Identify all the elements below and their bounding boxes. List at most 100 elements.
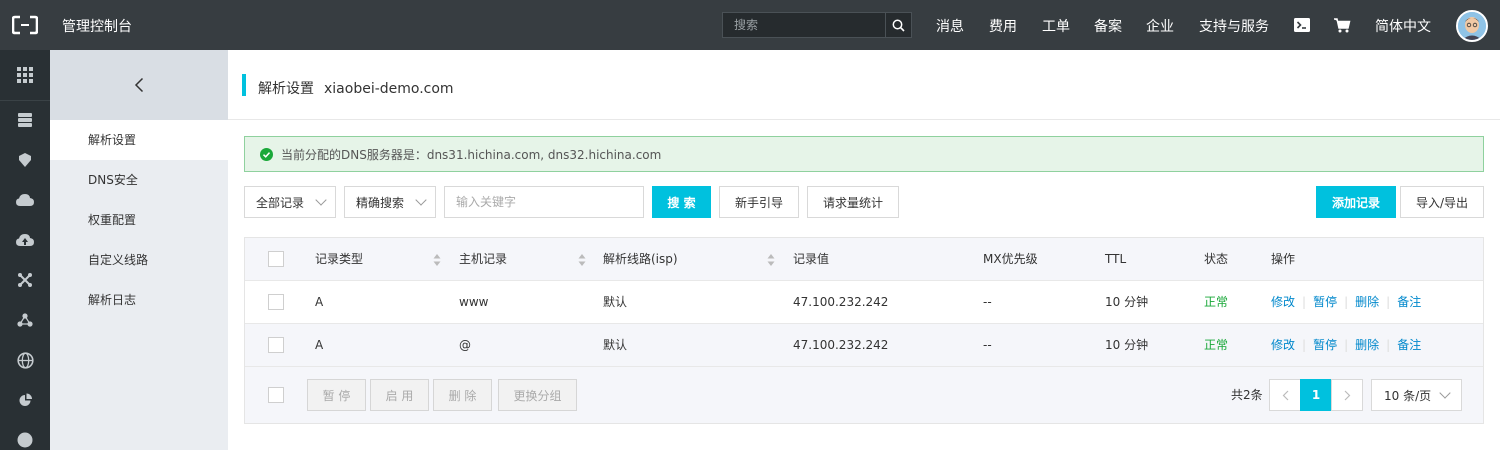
product-icon-sidebar <box>0 50 50 450</box>
nav-messages[interactable]: 消息 <box>936 16 964 36</box>
footer-select-all-checkbox[interactable] <box>268 387 284 403</box>
grid-icon <box>17 67 33 83</box>
sidebar-item-ecs[interactable] <box>0 100 50 140</box>
bulk-enable-button[interactable]: 启 用 <box>370 379 429 411</box>
remark-link[interactable]: 备注 <box>1397 338 1421 352</box>
sidebar-item-dns[interactable] <box>0 340 50 380</box>
search-mode-select[interactable]: 精确搜索 <box>344 186 436 218</box>
request-stats-button[interactable]: 请求量统计 <box>807 186 899 218</box>
aliyun-logo-icon[interactable] <box>12 15 38 35</box>
row-checkbox[interactable] <box>268 337 284 353</box>
sidebar-item-cdn[interactable] <box>0 220 50 260</box>
action-separator: | <box>1344 295 1349 309</box>
next-page-button[interactable] <box>1331 379 1363 411</box>
row-checkbox[interactable] <box>268 294 284 310</box>
global-search-input[interactable] <box>723 13 885 37</box>
cell-actions: 修改 | 暂停 | 删除 | 备注 <box>1271 324 1421 367</box>
sort-icon[interactable] <box>578 253 586 267</box>
back-button[interactable] <box>50 50 228 120</box>
main-content: 解析设置 xiaobei-demo.com 当前分配的DNS服务器是：dns31.… <box>228 50 1500 450</box>
search-button[interactable] <box>885 13 911 37</box>
edit-link[interactable]: 修改 <box>1271 295 1295 309</box>
console-title[interactable]: 管理控制台 <box>62 16 132 36</box>
record-filter-value: 全部记录 <box>256 195 305 210</box>
bulk-change-group-button[interactable]: 更换分组 <box>498 379 577 411</box>
nav-tickets[interactable]: 工单 <box>1042 16 1070 36</box>
nav-enterprise[interactable]: 企业 <box>1146 16 1174 36</box>
avatar-face-icon <box>1458 12 1486 40</box>
page-number[interactable]: 1 <box>1300 379 1332 411</box>
cluster-icon <box>17 313 33 327</box>
sidebar-item-monitor[interactable] <box>0 380 50 420</box>
keyword-input[interactable] <box>444 186 644 218</box>
globe-icon <box>16 351 34 369</box>
action-separator: | <box>1386 338 1391 352</box>
search-submit-button[interactable]: 搜 索 <box>652 186 711 218</box>
column-header-actions: 操作 <box>1271 252 1296 266</box>
action-separator: | <box>1344 338 1349 352</box>
pause-link[interactable]: 暂停 <box>1313 295 1337 309</box>
sidebar-item-cluster[interactable] <box>0 300 50 340</box>
terminal-icon[interactable] <box>1293 16 1311 34</box>
title-accent-bar <box>242 74 246 96</box>
table-row: A @ 默认 47.100.232.242 -- 10 分钟 正常 修改 | 暂停 |… <box>245 324 1483 367</box>
import-export-button[interactable]: 导入/导出 <box>1400 186 1484 218</box>
subnav-item-custom-line[interactable]: 自定义线路 <box>50 240 228 280</box>
subnav-item-resolve-settings[interactable]: 解析设置 <box>50 120 228 160</box>
circle-icon <box>17 432 33 448</box>
subnav-item-weight-config[interactable]: 权重配置 <box>50 200 228 240</box>
record-filter-select[interactable]: 全部记录 <box>244 186 336 218</box>
cell-status: 正常 <box>1204 295 1229 309</box>
pause-link[interactable]: 暂停 <box>1313 338 1337 352</box>
cell-value: 47.100.232.242 <box>793 338 889 352</box>
column-header-line[interactable]: 解析线路(isp) <box>603 238 678 281</box>
column-header-value: 记录值 <box>793 252 830 266</box>
bulk-pause-button[interactable]: 暂 停 <box>307 379 366 411</box>
sidebar-item-more[interactable] <box>0 420 50 450</box>
column-header-host[interactable]: 主机记录 <box>459 238 507 281</box>
user-avatar[interactable] <box>1456 10 1488 42</box>
action-separator: | <box>1302 295 1307 309</box>
global-search <box>722 12 912 38</box>
nav-billing[interactable]: 费用 <box>989 16 1017 36</box>
sidebar-item-oss[interactable] <box>0 180 50 220</box>
language-switch[interactable]: 简体中文 <box>1375 16 1431 36</box>
column-header-type[interactable]: 记录类型 <box>315 238 363 281</box>
cloud-icon <box>16 194 34 206</box>
cart-icon[interactable] <box>1333 16 1351 34</box>
cell-ttl: 10 分钟 <box>1105 338 1149 352</box>
nav-support[interactable]: 支持与服务 <box>1199 16 1269 36</box>
cell-ttl: 10 分钟 <box>1105 295 1149 309</box>
subnav-item-resolve-log[interactable]: 解析日志 <box>50 280 228 320</box>
sidebar-item-network[interactable] <box>0 260 50 300</box>
page-domain: xiaobei-demo.com <box>324 81 454 97</box>
beginner-guide-button[interactable]: 新手引导 <box>719 186 799 218</box>
chevron-left-icon <box>1282 390 1288 400</box>
select-all-checkbox[interactable] <box>268 251 284 267</box>
alert-text: 当前分配的DNS服务器是：dns31.hichina.com, dns32.hi… <box>281 147 662 162</box>
bulk-delete-button[interactable]: 删 除 <box>433 379 492 411</box>
prev-page-button[interactable] <box>1269 379 1301 411</box>
delete-link[interactable]: 删除 <box>1355 338 1379 352</box>
search-icon <box>892 19 905 32</box>
cell-actions: 修改 | 暂停 | 删除 | 备注 <box>1271 281 1421 324</box>
table-footer: 暂 停 启 用 删 除 更换分组 共2条 1 10 条/页 <box>245 367 1483 423</box>
sort-icon[interactable] <box>433 253 441 267</box>
dns-sub-navigation: 解析设置 DNS安全 权重配置 自定义线路 解析日志 <box>50 50 228 450</box>
cell-host: @ <box>459 338 471 352</box>
add-record-button[interactable]: 添加记录 <box>1316 186 1396 218</box>
delete-link[interactable]: 删除 <box>1355 295 1379 309</box>
sidebar-item-rds[interactable] <box>0 140 50 180</box>
cell-type: A <box>315 338 324 352</box>
all-products-button[interactable] <box>0 55 50 95</box>
chevron-down-icon <box>1439 386 1451 399</box>
page-size-select[interactable]: 10 条/页 <box>1371 379 1462 411</box>
table-header-row: 记录类型 主机记录 解析线路(isp) 记录值 MX优先级 TTL 状态 操作 <box>245 238 1483 281</box>
page-title-label: 解析设置 <box>258 81 314 97</box>
edit-link[interactable]: 修改 <box>1271 338 1295 352</box>
total-count: 共2条 <box>1231 388 1263 402</box>
nav-icp[interactable]: 备案 <box>1094 16 1122 36</box>
sort-icon[interactable] <box>767 253 775 267</box>
remark-link[interactable]: 备注 <box>1397 295 1421 309</box>
subnav-item-dns-security[interactable]: DNS安全 <box>50 160 228 200</box>
